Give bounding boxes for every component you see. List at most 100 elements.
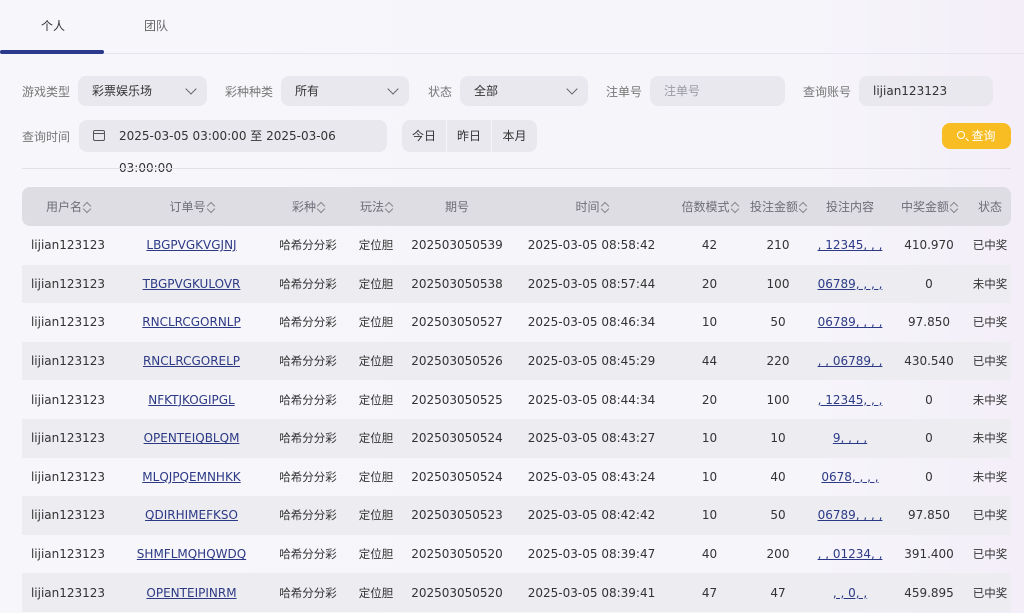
cell-play: 定位胆 [347,226,405,265]
cell-content-link[interactable]: 06789, , , , [818,315,883,329]
cell-play: 定位胆 [347,496,405,535]
cell-issue: 202503050520 [411,547,503,562]
cell-order-link[interactable]: RNCLRCGORNLP [142,315,240,329]
cell-order-link[interactable]: TBGPVGKULOVR [143,277,241,291]
cell-win: 430.540 [889,342,969,381]
column-header-multiple[interactable]: 倍数模式 [674,187,745,226]
cell-content-link[interactable]: , , 01234, , [818,547,883,561]
status-select[interactable]: 全部 [460,76,588,106]
tab-personal[interactable]: 个人 [41,17,65,34]
cell-amount: 47 [770,585,786,600]
this-month-button[interactable]: 本月 [492,120,537,152]
date-range-picker[interactable]: 2025-03-05 03:00:00 至 2025-03-06 03:00:0… [79,120,387,175]
cell-content-link[interactable]: 9, , , , [833,431,867,445]
cell-multiple: 40 [701,547,718,562]
cell-user: lijian123123 [22,458,114,497]
cell-content-link[interactable]: , , 06789, , [818,354,883,368]
cell-order-link[interactable]: SHMFLMQHQWDQ [137,547,246,561]
cell-issue: 202503050520 [405,535,509,574]
bet-records-table: 用户名 订单号 彩种 玩法 期号 时间 倍数模式 投注金额 投注内容 中奖金额 … [22,187,1011,612]
query-account-input[interactable]: lijian123123 [859,76,993,106]
cell-order: SHMFLMQHQWDQ [114,535,269,574]
yesterday-button[interactable]: 昨日 [447,120,491,152]
today-button[interactable]: 今日 [402,120,446,152]
search-icon [957,131,965,139]
chevron-down-icon [387,83,399,95]
column-header-play[interactable]: 玩法 [347,187,405,226]
cell-play: 定位胆 [347,535,405,574]
cell-order-link[interactable]: OPENTEIPINRM [146,586,236,600]
cell-win: 97.850 [889,496,969,535]
cell-content-link[interactable]: , 12345, , , [818,393,883,407]
cell-amount: 200 [766,547,790,562]
column-header-amount[interactable]: 投注金额 [745,187,811,226]
cell-time: 2025-03-05 08:57:44 [527,276,656,291]
cell-play: 定位胆 [358,469,394,484]
cell-status: 已中奖 [972,508,1008,523]
cell-multiple: 20 [674,380,745,419]
cell-status: 已中奖 [969,226,1011,265]
sort-icon[interactable] [732,202,738,212]
cell-user: lijian123123 [22,226,114,265]
cell-win: 97.850 [908,315,950,330]
cell-order-link[interactable]: NFKTJKOGIPGL [148,393,234,407]
column-header-user[interactable]: 用户名 [22,187,114,226]
sort-icon[interactable] [602,202,608,212]
cell-time: 2025-03-05 08:58:42 [527,238,656,253]
cell-order-link[interactable]: MLQJPQEMNHKK [142,470,240,484]
column-header-time[interactable]: 时间 [509,187,674,226]
cell-amount: 47 [745,573,811,612]
sort-icon[interactable] [208,202,214,212]
cell-order-link[interactable]: RNCLRCGORELP [143,354,240,368]
column-header-win[interactable]: 中奖金额 [889,187,969,226]
cell-content: 0678, , , , [811,458,889,497]
cell-user: lijian123123 [30,392,106,407]
sort-icon[interactable] [951,202,957,212]
column-header-order[interactable]: 订单号 [114,187,269,226]
cell-order-link[interactable]: OPENTEIQBLQM [144,431,240,445]
cell-amount: 50 [770,508,786,523]
cell-status: 已中奖 [969,303,1011,342]
chevron-down-icon [566,83,578,95]
cell-lottery: 哈希分分彩 [269,226,347,265]
cell-amount: 100 [766,392,790,407]
order-number-input[interactable]: 注单号 [650,76,785,106]
lottery-type-select[interactable]: 所有 [281,76,409,106]
chevron-down-icon [185,83,197,95]
tab-team[interactable]: 团队 [144,17,168,34]
cell-content-link[interactable]: 0678, , , , [821,470,878,484]
cell-multiple: 10 [701,508,718,523]
cell-status: 已中奖 [972,547,1008,562]
order-number-label: 注单号 [606,85,643,99]
cell-status: 已中奖 [972,238,1008,253]
cell-user: lijian123123 [22,380,114,419]
cell-win: 0 [889,458,969,497]
cell-status: 未中奖 [972,392,1008,407]
sort-icon[interactable] [386,202,392,212]
cell-content-link[interactable]: , , 0, , [833,586,867,600]
cell-content-link[interactable]: 06789, , , , [818,277,883,291]
cell-issue: 202503050523 [411,508,503,523]
sort-icon[interactable] [800,202,806,212]
cell-content-link[interactable]: , 12345, , , [818,238,883,252]
cell-order-link[interactable]: QDIRHIMEFKSO [145,508,238,522]
cell-issue: 202503050538 [411,276,503,291]
cell-amount: 50 [770,315,786,330]
cell-time: 2025-03-05 08:58:42 [509,226,674,265]
cell-win: 97.850 [889,303,969,342]
game-type-select[interactable]: 彩票娱乐场 [78,76,207,106]
sort-icon[interactable] [84,202,90,212]
cell-win: 459.895 [904,585,954,600]
cell-order-link[interactable]: LBGPVGKVGJNJ [146,238,236,252]
cell-content-link[interactable]: 06789, , , , [818,508,883,522]
query-button[interactable]: 查询 [942,123,1011,149]
cell-issue: 202503050539 [411,238,503,253]
cell-lottery: 哈希分分彩 [269,265,347,304]
cell-status: 未中奖 [969,458,1011,497]
cell-issue: 202503050520 [405,573,509,612]
cell-win: 0 [925,392,933,407]
cell-order: RNCLRCGORNLP [114,303,269,342]
sort-icon[interactable] [318,202,324,212]
cell-play: 定位胆 [358,315,394,330]
column-header-lottery[interactable]: 彩种 [269,187,347,226]
